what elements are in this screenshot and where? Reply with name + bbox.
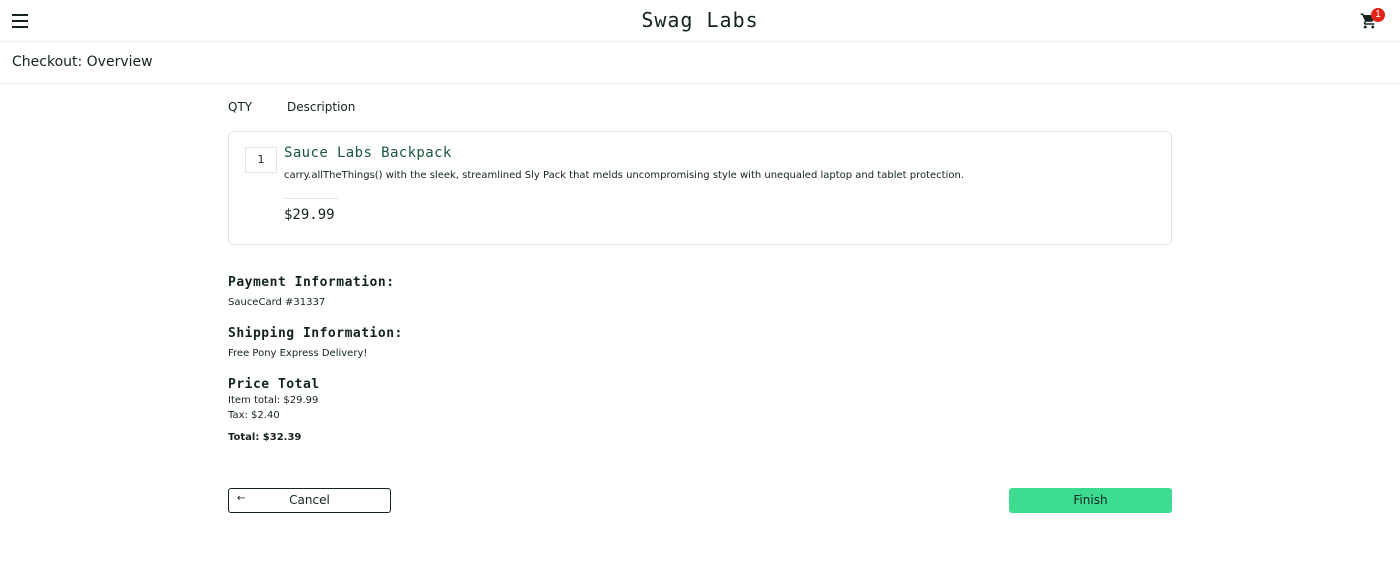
cancel-button-label: Cancel [289,493,330,507]
cart-badge: 1 [1371,8,1385,22]
qty-column-label: QTY [228,100,253,114]
item-description: carry.allTheThings() with the sleek, str… [284,170,964,181]
description-column-label: Description [287,100,356,114]
cart-item: 1 Sauce Labs Backpack carry.allTheThings… [228,131,1172,245]
finish-button[interactable]: Finish [1009,488,1172,513]
finish-button-label: Finish [1073,493,1108,507]
item-total: Item total: $29.99 [228,395,319,406]
secondary-header: Checkout: Overview [0,42,1400,84]
shipping-info-label: Shipping Information: [228,326,403,341]
price-divider [284,198,338,199]
page-title: Checkout: Overview [12,54,153,70]
payment-info-label: Payment Information: [228,275,395,290]
price-total-label: Price Total [228,377,320,392]
item-name-link[interactable]: Sauce Labs Backpack [284,145,452,161]
item-price: $29.99 [284,207,335,223]
payment-info-value: SauceCard #31337 [228,297,326,308]
primary-header: Swag Labs 1 [0,0,1400,42]
shopping-cart-link[interactable]: 1 [1358,8,1388,34]
cancel-button[interactable]: ← Cancel [228,488,391,513]
tax-value: Tax: $2.40 [228,410,280,421]
shipping-info-value: Free Pony Express Delivery! [228,348,368,359]
item-quantity: 1 [245,147,277,173]
total-value: Total: $32.39 [228,432,302,443]
app-logo: Swag Labs [641,8,759,32]
